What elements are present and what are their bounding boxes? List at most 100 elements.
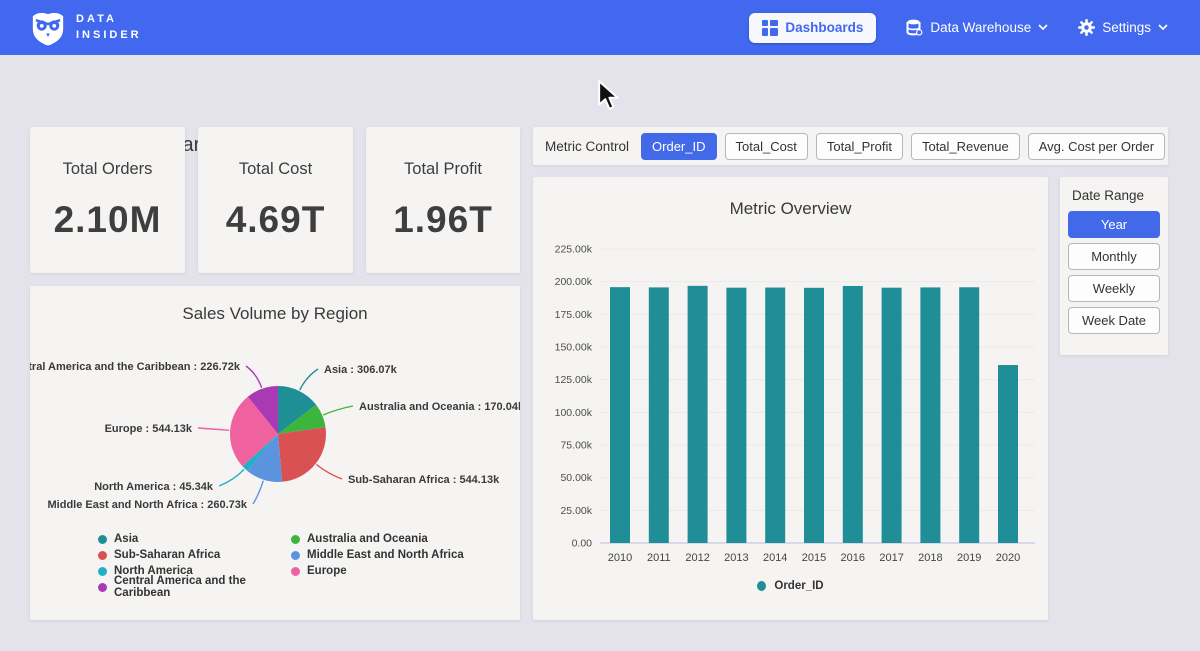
y-tick-label: 200.00k	[555, 276, 593, 288]
pie-chart-title: Sales Volume by Region	[30, 304, 520, 324]
pie-legend-item-europe[interactable]: Europe	[291, 564, 464, 578]
y-tick-label: 75.00k	[560, 440, 592, 452]
bar-2020[interactable]	[998, 365, 1018, 543]
owl-logo-icon	[30, 10, 66, 46]
pie-legend-item-sub-saharan-africa[interactable]: Sub-Saharan Africa	[98, 548, 291, 562]
y-tick-label: 100.00k	[555, 407, 593, 419]
bar-2019[interactable]	[959, 287, 979, 543]
pie-callout-line	[246, 366, 262, 388]
pie-callout-line	[253, 481, 263, 504]
pie-callout-line	[323, 406, 353, 415]
bar-chart: 0.0025.00k50.00k75.00k100.00k125.00k150.…	[533, 177, 1048, 620]
date-range-options: Year Monthly Weekly Week Date	[1060, 211, 1168, 334]
chevron-down-icon	[1038, 24, 1048, 31]
kpi-card-total-orders: Total Orders 2.10M	[30, 127, 185, 273]
metric-control-options: Order_ID Total_Cost Total_Profit Total_Reve…	[641, 133, 1165, 160]
metric-option-total-cost[interactable]: Total_Cost	[725, 133, 808, 160]
y-tick-label: 175.00k	[555, 309, 593, 321]
bar-2010[interactable]	[610, 287, 630, 543]
metric-option-avg-cost-per-order[interactable]: Avg. Cost per Order	[1028, 133, 1165, 160]
date-range-option-year[interactable]: Year	[1068, 211, 1160, 238]
pie-slice-sub-saharan-africa[interactable]	[278, 427, 326, 482]
x-tick-label: 2013	[724, 552, 748, 564]
pie-callout-label: Central America and the Caribbean : 226.…	[30, 361, 241, 373]
sales-dashboard-page: DATA INSIDER Dashboards	[0, 0, 1200, 651]
legend-label: Order_ID	[774, 580, 823, 592]
date-range-panel: Date Range Year Monthly Weekly Week Date	[1060, 177, 1168, 355]
pie-legend-item-central-america-and-the-caribbean[interactable]: Central America and the Caribbean	[98, 580, 291, 594]
bar-2012[interactable]	[688, 286, 708, 543]
top-nav: DATA INSIDER Dashboards	[0, 0, 1200, 55]
bar-2017[interactable]	[882, 288, 902, 543]
y-tick-label: 50.00k	[560, 472, 592, 484]
kpi-label: Total Cost	[198, 160, 353, 179]
pie-callout-line	[316, 465, 342, 480]
bar-2018[interactable]	[920, 287, 940, 543]
kpi-card-total-cost: Total Cost 4.69T	[198, 127, 353, 273]
bar-2013[interactable]	[726, 288, 746, 543]
metric-control-bar: Metric Control Order_ID Total_Cost Total_P…	[533, 127, 1168, 165]
legend-label: Middle East and North Africa	[307, 549, 464, 561]
bar-chart-legend[interactable]: Order_ID	[533, 580, 1048, 592]
kpi-value: 4.69T	[198, 199, 353, 241]
x-tick-label: 2019	[957, 552, 981, 564]
pie-callout-label: North America : 45.34k	[94, 481, 214, 493]
y-tick-label: 225.00k	[555, 244, 593, 256]
y-tick-label: 25.00k	[560, 505, 592, 517]
brand-logo[interactable]: DATA INSIDER	[30, 10, 142, 46]
bar-2016[interactable]	[843, 286, 863, 543]
data-warehouse-menu[interactable]: Data Warehouse	[906, 19, 1048, 36]
pie-callout-label: Sub-Saharan Africa : 544.13k	[348, 474, 500, 486]
legend-dot	[98, 583, 107, 592]
settings-menu[interactable]: Settings	[1078, 19, 1168, 36]
x-tick-label: 2016	[841, 552, 865, 564]
x-tick-label: 2014	[763, 552, 787, 564]
pie-callout-line	[198, 428, 229, 430]
legend-dot	[291, 551, 300, 560]
date-range-label: Date Range	[1072, 188, 1168, 203]
chevron-down-icon	[1158, 24, 1168, 31]
metric-control-label: Metric Control	[545, 139, 629, 154]
legend-label: Sub-Saharan Africa	[114, 549, 220, 561]
sales-volume-by-region-card: Asia : 306.07k Australia and Oceania : 17…	[30, 286, 520, 620]
x-tick-label: 2020	[996, 552, 1020, 564]
metric-overview-card: 0.0025.00k50.00k75.00k100.00k125.00k150.…	[533, 177, 1048, 620]
pie-callout-label: Middle East and North Africa : 260.73k	[48, 499, 248, 511]
x-tick-label: 2017	[879, 552, 903, 564]
pie-callout-line	[300, 369, 318, 390]
legend-dot	[98, 535, 107, 544]
kpi-value: 2.10M	[30, 199, 185, 241]
bar-2015[interactable]	[804, 288, 824, 543]
dashboards-button[interactable]: Dashboards	[749, 13, 876, 43]
brand-name: DATA INSIDER	[76, 12, 142, 44]
legend-dot	[98, 551, 107, 560]
kpi-label: Total Profit	[366, 160, 520, 179]
date-range-option-weekly[interactable]: Weekly	[1068, 275, 1160, 302]
pie-legend-item-middle-east-and-north-africa[interactable]: Middle East and North Africa	[291, 548, 464, 562]
nav-actions: Dashboards Data Warehouse	[749, 13, 1168, 43]
x-tick-label: 2011	[647, 552, 671, 564]
pie-callout-label: Europe : 544.13k	[105, 423, 193, 435]
x-tick-label: 2015	[802, 552, 826, 564]
pie-callout-label: Asia : 306.07k	[324, 364, 398, 376]
kpi-card-total-profit: Total Profit 1.96T	[366, 127, 520, 273]
legend-dot	[98, 567, 107, 576]
metric-option-total-profit[interactable]: Total_Profit	[816, 133, 903, 160]
legend-label: Australia and Oceania	[307, 533, 428, 545]
legend-dot	[291, 567, 300, 576]
legend-label: Europe	[307, 565, 347, 577]
date-range-option-monthly[interactable]: Monthly	[1068, 243, 1160, 270]
pie-legend: Asia Australia and Oceania Sub-Saharan Afr…	[98, 532, 464, 594]
metric-option-total-revenue[interactable]: Total_Revenue	[911, 133, 1020, 160]
dashboards-grid-icon	[762, 20, 778, 36]
date-range-option-week-date[interactable]: Week Date	[1068, 307, 1160, 334]
dashboard-header: Sales Dashboard Add Filter Boost: Off	[0, 55, 1200, 117]
bar-2014[interactable]	[765, 288, 785, 543]
pie-legend-item-asia[interactable]: Asia	[98, 532, 291, 546]
legend-label: Central America and the Caribbean	[114, 575, 291, 599]
bar-2011[interactable]	[649, 287, 669, 543]
pie-legend-item-australia-and-oceania[interactable]: Australia and Oceania	[291, 532, 464, 546]
legend-dot	[757, 581, 766, 591]
metric-option-order-id[interactable]: Order_ID	[641, 133, 716, 160]
pie-callout-label: Australia and Oceania : 170.04k	[359, 401, 520, 413]
